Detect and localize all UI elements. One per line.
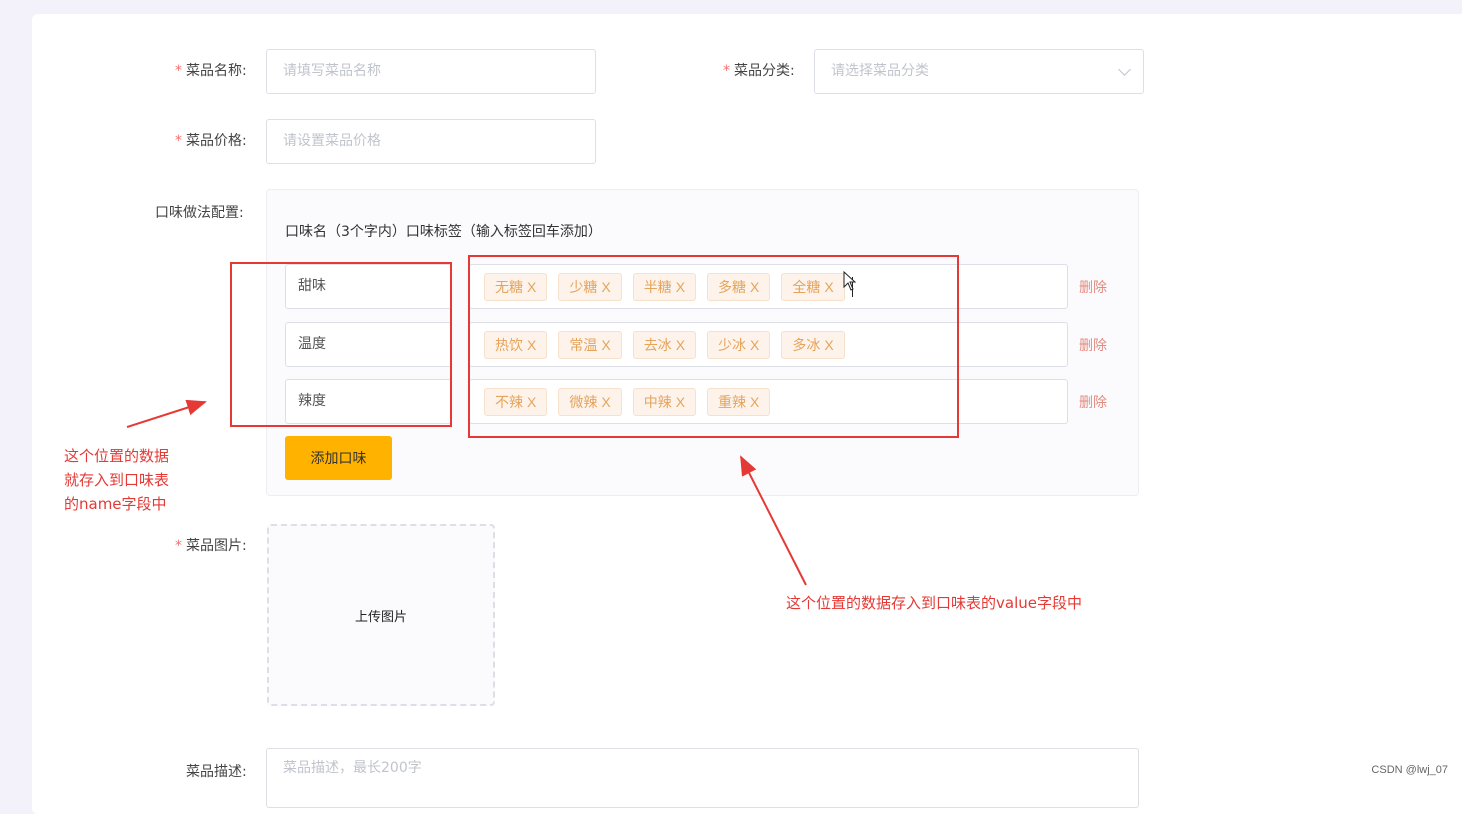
- mouse-pointer-icon: [843, 271, 857, 291]
- watermark: CSDN @lwj_07: [1371, 764, 1448, 776]
- annotation-arrows: [126, 399, 807, 586]
- annotation-line: 这个位置的数据: [64, 447, 170, 465]
- annotation-left-note: 这个位置的数据 就存入到口味表 的name字段中: [64, 444, 169, 516]
- annotation-right-note: 这个位置的数据存入到口味表的value字段中: [786, 594, 1082, 612]
- annotation-line: 的name字段中: [64, 495, 167, 513]
- annotation-line: 就存入到口味表: [64, 471, 170, 489]
- arrow-to-name: [126, 399, 207, 428]
- arrow-to-value: [740, 455, 807, 586]
